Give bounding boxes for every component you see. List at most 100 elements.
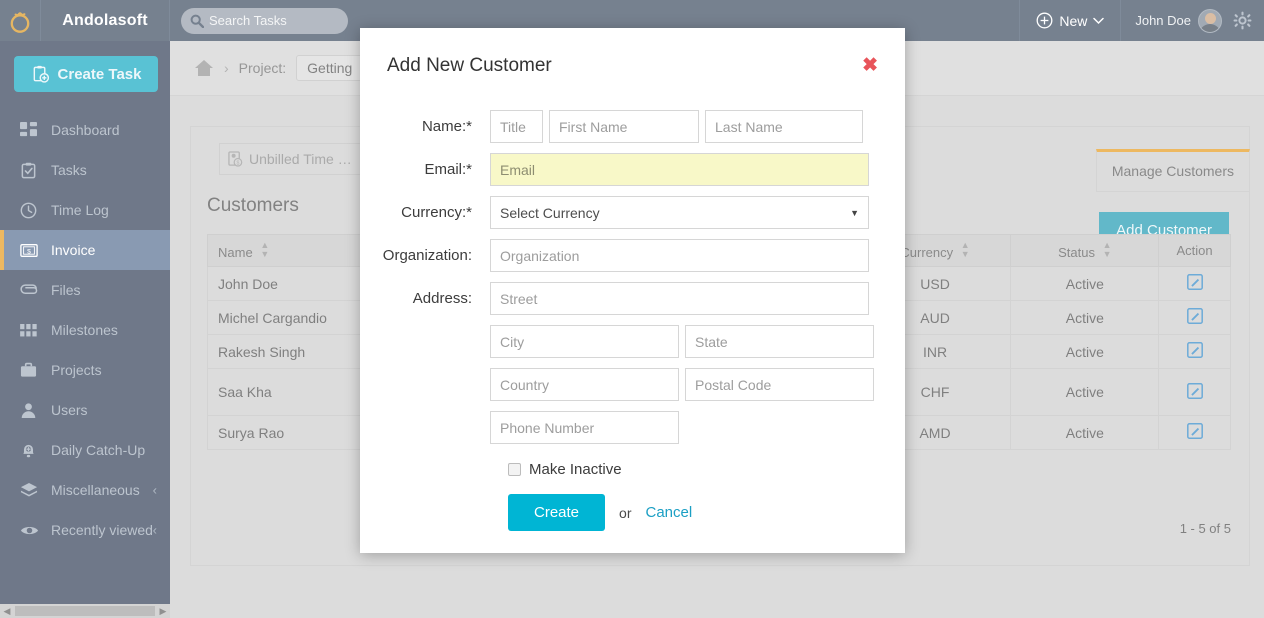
sidebar-item-daily-catch-up[interactable]: Daily Catch-Up [0, 430, 170, 470]
field-row-currency: Currency:* Select Currency ▼ [360, 196, 905, 229]
sidebar-item-invoice[interactable]: $ Invoice [0, 230, 170, 270]
currency-select[interactable]: Select Currency ▼ [490, 196, 869, 229]
gear-icon [1233, 11, 1252, 30]
label-address: Address: [412, 290, 472, 307]
title-input[interactable]: Title [490, 110, 543, 143]
field-row-name: Name:* Title First Name Last Name [360, 110, 905, 143]
make-inactive-row[interactable]: Make Inactive [508, 461, 905, 478]
first-name-input[interactable]: First Name [549, 110, 699, 143]
dashboard-grid-icon [20, 121, 42, 139]
field-row-address: Address: Street City State Country Posta… [360, 282, 905, 444]
edit-pencil-icon[interactable] [1186, 308, 1203, 324]
unbilled-time-filter[interactable]: $ Unbilled Time … [219, 143, 369, 175]
grid-squares-icon [20, 323, 42, 337]
label-organization: Organization: [382, 247, 472, 264]
user-name: John Doe [1135, 13, 1191, 28]
sort-icon[interactable]: ▲ ▼ [961, 241, 970, 259]
city-input[interactable]: City [490, 325, 679, 358]
svg-text:$: $ [27, 248, 31, 255]
organization-input[interactable]: Organization [490, 239, 869, 272]
column-label: Action [1176, 243, 1213, 258]
scroll-right-arrow[interactable]: ▶ [156, 604, 170, 618]
sidebar-item-label: Daily Catch-Up [51, 442, 146, 458]
tab-manage-customers[interactable]: Manage Customers [1095, 149, 1250, 192]
create-task-label: Create Task [57, 65, 142, 83]
create-button[interactable]: Create [508, 494, 606, 531]
sidebar-item-users[interactable]: Users [0, 390, 170, 430]
column-header-status[interactable]: Status ▲ ▼ [1010, 234, 1160, 267]
column-label: Name [218, 245, 253, 260]
edit-pencil-icon[interactable] [1186, 423, 1203, 439]
search-placeholder: Search Tasks [209, 13, 287, 28]
state-input[interactable]: State [685, 325, 874, 358]
sidebar-item-label: Files [51, 282, 81, 298]
sidebar-item-miscellaneous[interactable]: Miscellaneous ‹ [0, 470, 170, 510]
sidebar-item-milestones[interactable]: Milestones [0, 310, 170, 350]
modal-actions: Create or Cancel [508, 494, 905, 531]
pagination-info: 1 - 5 of 5 [1179, 521, 1231, 536]
app-logo[interactable] [0, 0, 41, 41]
phone-number-input[interactable]: Phone Number [490, 411, 679, 444]
search-container[interactable]: Search Tasks [181, 7, 348, 34]
postal-code-input[interactable]: Postal Code [685, 368, 874, 401]
search-input[interactable]: Search Tasks [181, 7, 348, 34]
breadcrumb-project-chip[interactable]: Getting [296, 55, 364, 81]
field-row-email: Email:* Email [360, 153, 905, 186]
street-input[interactable]: Street [490, 282, 869, 315]
add-customer-form: Name:* Title First Name Last Name Email:… [360, 110, 905, 531]
cell-action [1158, 266, 1231, 301]
settings-button[interactable] [1233, 11, 1264, 30]
edit-pencil-icon[interactable] [1186, 274, 1203, 290]
layers-icon [20, 482, 42, 498]
sidebar-item-dashboard[interactable]: Dashboard [0, 110, 170, 150]
sidebar-item-time-log[interactable]: Time Log [0, 190, 170, 230]
avatar [1198, 8, 1222, 33]
sidebar-item-label: Miscellaneous [51, 482, 140, 498]
home-icon[interactable] [194, 59, 214, 77]
new-button-label: New [1059, 12, 1088, 29]
new-button[interactable]: New [1019, 0, 1122, 41]
sort-icon[interactable]: ▲ ▼ [1103, 241, 1112, 259]
edit-pencil-icon[interactable] [1186, 382, 1203, 399]
create-task-button[interactable]: Create Task [14, 56, 158, 92]
sidebar-item-projects[interactable]: Projects [0, 350, 170, 390]
cell-status: Active [1010, 415, 1160, 450]
sidebar-item-files[interactable]: Files [0, 270, 170, 310]
field-row-organization: Organization: Organization [360, 239, 905, 272]
cell-action [1158, 300, 1231, 335]
chevron-left-icon[interactable]: ‹ [153, 523, 157, 538]
sidebar-item-tasks[interactable]: Tasks [0, 150, 170, 190]
currency-selected-value: Select Currency [500, 204, 600, 221]
add-customer-modal: Add New Customer ✖ Name:* Title First Na… [360, 28, 905, 553]
chevron-left-icon[interactable]: ‹ [153, 483, 157, 498]
last-name-input[interactable]: Last Name [705, 110, 863, 143]
column-label: Currency [900, 245, 954, 260]
make-inactive-label: Make Inactive [529, 461, 622, 478]
make-inactive-checkbox[interactable] [508, 463, 521, 476]
invoice-dollar-icon: $ [20, 243, 42, 258]
clipboard-plus-icon [33, 65, 49, 83]
close-icon[interactable]: ✖ [862, 56, 878, 75]
country-input[interactable]: Country [490, 368, 679, 401]
sidebar-item-label: Users [51, 402, 88, 418]
cell-action [1158, 415, 1231, 450]
column-header-action: Action [1158, 234, 1231, 267]
briefcase-icon [20, 362, 42, 378]
sidebar-nav: Dashboard Tasks Time Log $ Invoice Files… [0, 110, 170, 550]
scroll-left-arrow[interactable]: ◀ [0, 604, 14, 618]
search-icon [190, 14, 204, 28]
user-menu[interactable]: John Doe [1121, 0, 1233, 41]
chevron-down-icon: ▼ [850, 207, 859, 218]
cancel-link[interactable]: Cancel [645, 504, 692, 521]
sidebar-horizontal-scrollbar[interactable]: ◀ ▶ [0, 604, 170, 618]
email-input[interactable]: Email [490, 153, 869, 186]
sidebar-item-recently-viewed[interactable]: Recently viewed ‹ [0, 510, 170, 550]
scrollbar-thumb[interactable] [15, 606, 155, 616]
sort-icon[interactable]: ▲ ▼ [260, 241, 269, 259]
edit-pencil-icon[interactable] [1186, 342, 1203, 358]
sidebar-item-label: Time Log [51, 202, 109, 218]
cell-status: Active [1010, 334, 1160, 369]
bell-plus-icon [20, 442, 42, 459]
svg-text:$: $ [237, 160, 240, 166]
chevron-down-icon [1093, 17, 1105, 24]
